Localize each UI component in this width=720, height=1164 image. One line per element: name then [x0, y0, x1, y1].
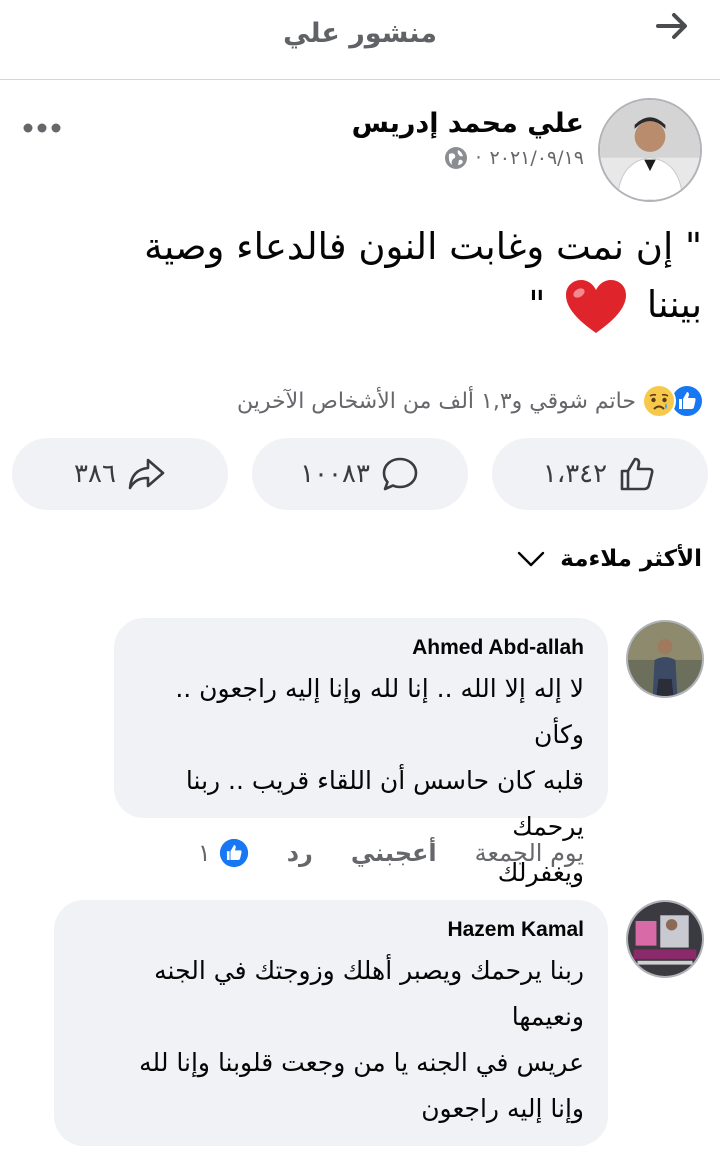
- commenter-name[interactable]: Ahmed Abd-allah: [138, 636, 584, 660]
- comment-reply-button[interactable]: رد: [287, 839, 313, 867]
- comment-like-count[interactable]: ١: [198, 838, 249, 868]
- like-icon: [620, 457, 654, 491]
- comment-like-number: ١: [197, 839, 211, 867]
- commenter-avatar[interactable]: [626, 620, 704, 698]
- comment-time[interactable]: يوم الجمعة: [475, 839, 584, 867]
- commenter-photo: [628, 622, 702, 696]
- commenter-name[interactable]: Hazem Kamal: [78, 918, 584, 942]
- sort-label: الأكثر ملاءمة: [560, 546, 702, 572]
- comment-bubble[interactable]: Hazem Kamal ربنا يرحمك ويصبر أهلك وزوجتك…: [54, 900, 608, 1146]
- post-text-line-2: بيننا ": [12, 276, 702, 337]
- commenter-photo: [628, 902, 702, 976]
- author-avatar[interactable]: [598, 98, 702, 202]
- chevron-down-icon: [518, 551, 545, 567]
- red-heart-icon: [566, 279, 627, 333]
- comment-button[interactable]: ١٠٠٨٣: [252, 438, 468, 510]
- comment-icon: [382, 457, 418, 491]
- share-icon: [128, 458, 165, 490]
- globe-icon: [444, 147, 467, 169]
- comment-like-button[interactable]: أعجبني: [351, 839, 437, 867]
- like-button[interactable]: ١،٣٤٢: [492, 438, 708, 510]
- page-title: منشور علي: [283, 18, 437, 49]
- comment-count: ١٠٠٨٣: [300, 459, 370, 489]
- post-text-word: بيننا: [646, 283, 702, 326]
- share-count: ٣٨٦: [74, 459, 116, 489]
- reactions-summary[interactable]: حاتم شوقي و١,٣ ألف من الأشخاص الآخرين: [237, 384, 704, 418]
- post-actions: ١،٣٤٢ ١٠٠٨٣ ٣٨٦: [12, 438, 708, 510]
- meta-separator: ·: [475, 147, 482, 169]
- top-bar: منشور علي: [0, 0, 720, 80]
- more-options-icon[interactable]: [22, 122, 62, 134]
- reaction-icons: [642, 384, 704, 418]
- comment-sort-dropdown[interactable]: الأكثر ملاءمة: [516, 546, 702, 572]
- comment-bubble[interactable]: Ahmed Abd-allah لا إله إلا الله .. إنا ل…: [114, 618, 608, 887]
- share-button[interactable]: ٣٨٦: [12, 438, 228, 510]
- post-text: " إن نمت وغابت النون فالدعاء وصية بيننا …: [12, 218, 702, 337]
- like-reaction-icon: [219, 838, 248, 868]
- sad-reaction-icon: [642, 384, 676, 418]
- like-count: ١،٣٤٢: [542, 459, 608, 489]
- post-date[interactable]: ٢٠٢١/٠٩/١٩: [490, 147, 584, 169]
- post-text-line-1: " إن نمت وغابت النون فالدعاء وصية: [144, 225, 702, 268]
- commenter-avatar[interactable]: [626, 900, 704, 978]
- avatar-photo: [600, 100, 700, 200]
- back-arrow-icon[interactable]: [652, 6, 692, 46]
- comment-actions: يوم الجمعة أعجبني رد ١: [198, 838, 584, 868]
- author-name[interactable]: علي محمد إدريس: [352, 108, 584, 139]
- post-text-quote: ": [528, 283, 546, 326]
- comment-text: ربنا يرحمك ويصبر أهلك وزوجتك في الجنه ون…: [139, 956, 584, 1123]
- reactions-text: حاتم شوقي و١,٣ ألف من الأشخاص الآخرين: [237, 388, 636, 414]
- post-meta: ٢٠٢١/٠٩/١٩ ·: [444, 146, 584, 170]
- post-header: علي محمد إدريس ٢٠٢١/٠٩/١٩ ·: [0, 96, 720, 206]
